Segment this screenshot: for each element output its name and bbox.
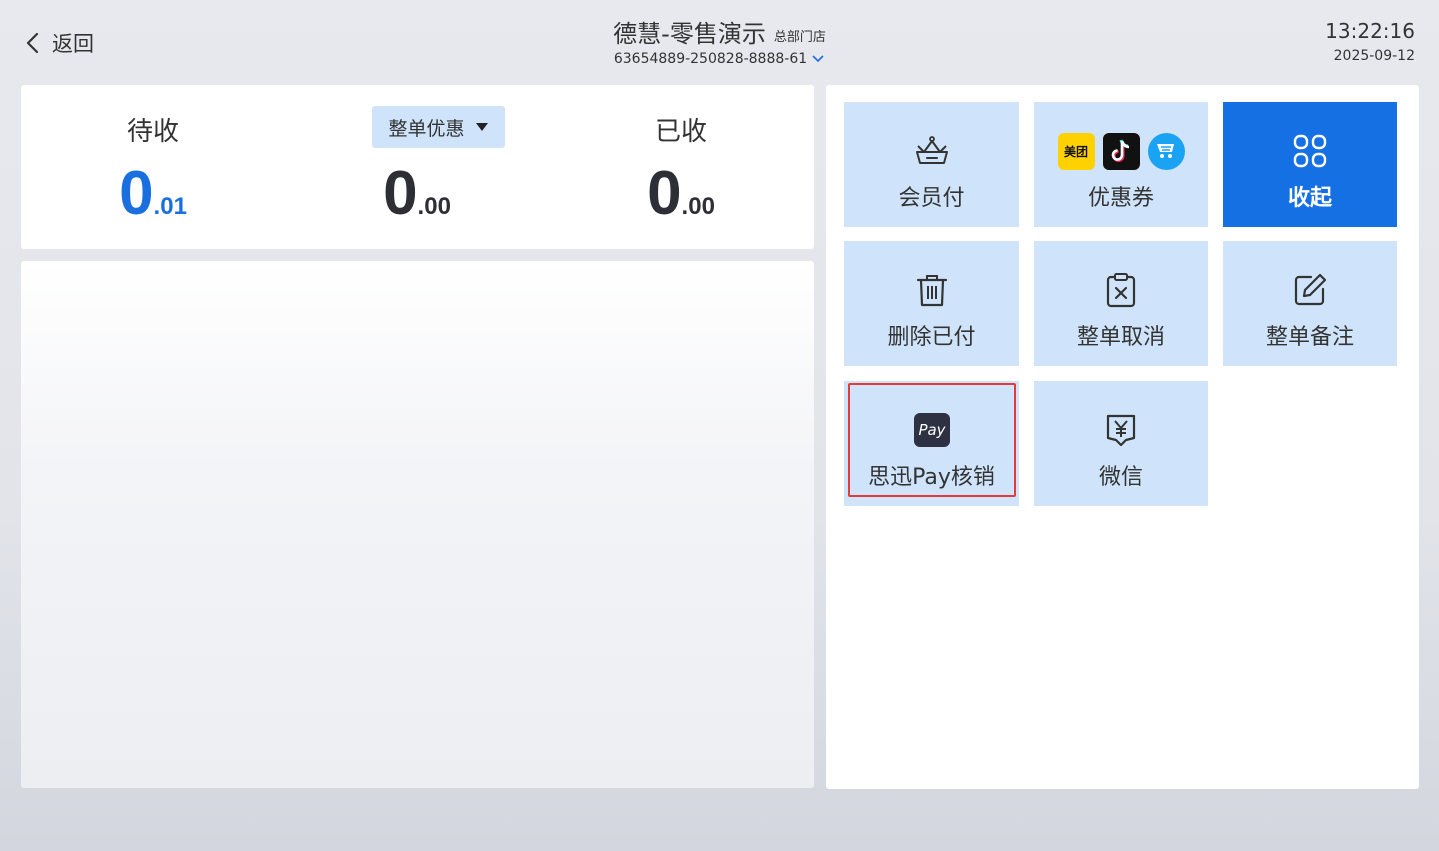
received-amount-decimal: .00 bbox=[681, 193, 715, 220]
discount-amount: 0.00 bbox=[285, 159, 549, 229]
order-id: 63654889-250828-8888-61 bbox=[613, 51, 808, 67]
wechat-label: 微信 bbox=[1098, 465, 1143, 490]
received-amount-section: 已收 0.00 bbox=[549, 85, 813, 249]
pending-label: 待收 bbox=[126, 117, 179, 147]
crown-basket-icon bbox=[915, 136, 948, 164]
discount-section: 整单优惠 0.00 bbox=[285, 85, 549, 249]
clock-time: 13:22:16 bbox=[1325, 19, 1415, 43]
received-amount-integer: 0 bbox=[647, 159, 682, 228]
store-header: 德慧-零售演示 总部门店 bbox=[0, 14, 1439, 49]
discount-dropdown[interactable]: 整单优惠 bbox=[372, 106, 505, 148]
collapse-label: 收起 bbox=[1287, 186, 1332, 211]
edit-note-icon bbox=[1294, 273, 1327, 306]
wechat-pay-button[interactable]: 微信 bbox=[1034, 381, 1208, 506]
pay-badge-icon: Pay bbox=[913, 413, 950, 447]
grid-four-icon bbox=[1293, 134, 1327, 168]
clock: 13:22:16 2025-09-12 bbox=[1325, 19, 1415, 64]
order-note-label: 整单备注 bbox=[1265, 325, 1354, 350]
payment-list bbox=[21, 261, 814, 788]
received-label: 已收 bbox=[654, 117, 707, 147]
store-title: 德慧-零售演示 bbox=[613, 20, 766, 48]
coupon-button[interactable]: 美团 优惠券 bbox=[1034, 102, 1208, 227]
pending-amount-decimal: .01 bbox=[153, 193, 187, 220]
chevron-down-icon bbox=[812, 55, 824, 63]
payment-summary-card: 待收 0.01 整单优惠 0.00 已收 0.00 bbox=[21, 85, 814, 249]
sixun-pay-verify-button[interactable]: Pay 思迅Pay核销 bbox=[844, 381, 1019, 506]
triangle-down-icon bbox=[475, 123, 488, 131]
collapse-button[interactable]: 收起 bbox=[1223, 102, 1397, 227]
order-id-row: 63654889-250828-8888-61 bbox=[0, 51, 1439, 67]
clock-date: 2025-09-12 bbox=[1333, 48, 1415, 64]
pending-amount-section: 待收 0.01 bbox=[21, 85, 285, 249]
member-pay-label: 会员付 bbox=[898, 186, 965, 211]
cancel-order-button[interactable]: 整单取消 bbox=[1034, 241, 1208, 366]
douyin-icon bbox=[1102, 132, 1140, 170]
discount-amount-integer: 0 bbox=[383, 159, 418, 228]
order-note-button[interactable]: 整单备注 bbox=[1223, 241, 1397, 366]
trash-icon bbox=[916, 275, 947, 307]
sixun-pay-label: 思迅Pay核销 bbox=[868, 465, 995, 490]
discount-label: 整单优惠 bbox=[388, 117, 465, 140]
shopping-cart-icon bbox=[1147, 132, 1185, 170]
meituan-icon: 美团 bbox=[1057, 132, 1095, 170]
member-pay-button[interactable]: 会员付 bbox=[844, 102, 1019, 227]
yen-shield-icon bbox=[1106, 414, 1136, 447]
clipboard-x-icon bbox=[1106, 273, 1136, 308]
pay-badge-text: Pay bbox=[918, 421, 946, 439]
pending-amount: 0.01 bbox=[21, 159, 285, 229]
cancel-order-label: 整单取消 bbox=[1076, 325, 1165, 350]
received-amount: 0.00 bbox=[549, 159, 813, 229]
pending-amount-integer: 0 bbox=[119, 159, 154, 228]
discount-amount-decimal: .00 bbox=[417, 193, 451, 220]
payment-actions-panel: 会员付 美团 优惠券 收起 删除已付 整单取消 整单备注 Pay 思迅Pay核销… bbox=[826, 85, 1419, 789]
order-id-selector[interactable]: 63654889-250828-8888-61 bbox=[614, 51, 825, 67]
store-branch: 总部门店 bbox=[773, 30, 826, 45]
delete-paid-button[interactable]: 删除已付 bbox=[844, 241, 1019, 366]
coupon-label: 优惠券 bbox=[1087, 186, 1154, 211]
delete-paid-label: 删除已付 bbox=[887, 325, 976, 350]
